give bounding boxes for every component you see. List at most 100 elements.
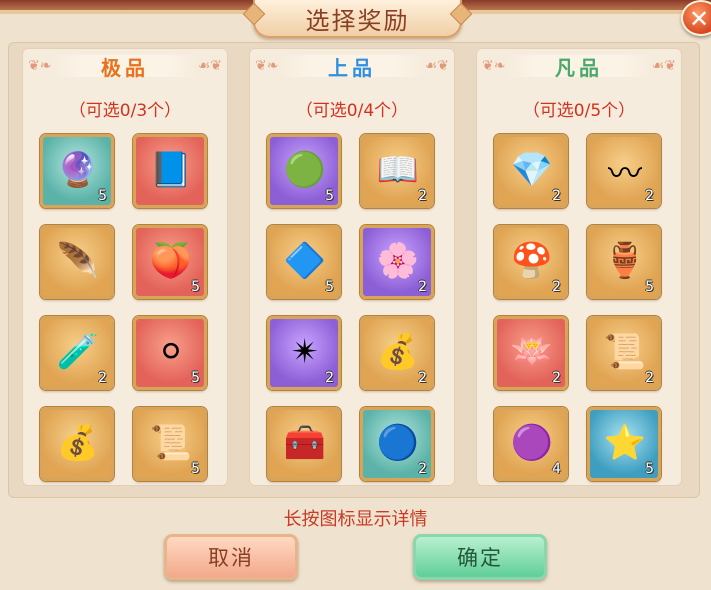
potion-bottle-icon-glyph: 🧪 (56, 332, 100, 372)
reward-item-slot[interactable]: 🟢 5 (267, 134, 341, 208)
fruit-icon: 🍑 (146, 236, 196, 286)
feather-charm-icon-glyph: 🪶 (56, 241, 100, 281)
treasure-pile-icon: 🏺 (600, 236, 650, 286)
crystal-shard-icon-glyph: 💎 (510, 150, 554, 190)
reward-item-slot[interactable]: 〰 2 (587, 134, 661, 208)
reward-item-slot[interactable]: 🏺 5 (587, 225, 661, 299)
item-quantity: 4 (552, 461, 561, 477)
blue-gem-icon-glyph: 🔷 (283, 241, 327, 281)
reward-column-2: ❦❧ ☙❦ 上品 （可选0/4个） 🟢 5 📖 2 🔷 5 🌸 2 ✴ 2 💰 2 🧰 🔵 2 (249, 48, 455, 486)
cloud-ornament-icon: ☙❦ (651, 58, 676, 74)
item-quantity: 2 (552, 279, 561, 295)
reward-item-slot[interactable]: 🧪 2 (40, 316, 114, 390)
crystal-star-icon-glyph: ✴ (290, 332, 320, 372)
close-button[interactable]: ✕ (681, 0, 711, 36)
dialog-title: 选择奖励 (305, 6, 410, 35)
chest-icon: 🧰 (280, 418, 330, 468)
white-flower-icon: 🌸 (373, 236, 423, 286)
reward-item-slot[interactable]: ⚪ 5 (133, 316, 207, 390)
scroll-icon: 📜 (146, 418, 196, 468)
reward-item-slot[interactable]: 💰 (40, 407, 114, 481)
book-icon-glyph: 📘 (149, 150, 193, 190)
pearl-ring-icon: ⚪ (146, 327, 196, 377)
item-quantity: 5 (645, 461, 654, 477)
treasure-bag-icon: 💰 (373, 327, 423, 377)
treasure-bag-icon-glyph: 💰 (376, 332, 420, 372)
item-quantity: 5 (191, 370, 200, 386)
item-quantity: 2 (552, 188, 561, 204)
mushroom-icon: 🍄 (507, 236, 557, 286)
item-quantity: 5 (98, 188, 107, 204)
reward-column-3: ❦❧ ☙❦ 凡品 （可选0/5个） 💎 2 〰 2 🍄 2 🏺 5 🪷 2 📜 2 🟣 4 ⭐ 5 (476, 48, 682, 486)
reward-item-slot[interactable]: 📘 (133, 134, 207, 208)
reward-item-slot[interactable]: 🪷 2 (494, 316, 568, 390)
reward-item-slot[interactable]: 🪶 (40, 225, 114, 299)
water-orb-icon-glyph: 🔵 (376, 423, 420, 463)
item-quantity: 5 (191, 279, 200, 295)
reward-item-slot[interactable]: 🔮 5 (40, 134, 114, 208)
scroll-icon-glyph: 📜 (149, 423, 193, 463)
golden-wind-icon-glyph: 〰 (608, 153, 642, 194)
star-icon-glyph: ⭐ (603, 423, 647, 463)
cloud-ornament-icon: ❦❧ (255, 58, 279, 74)
cloud-ornament-icon: ❦❧ (482, 58, 506, 74)
reward-item-slot[interactable]: 🔷 5 (267, 225, 341, 299)
book-icon: 📘 (146, 145, 196, 195)
blue-gem-icon: 🔷 (280, 236, 330, 286)
purple-orb-icon: 🟣 (507, 418, 557, 468)
title-plaque: 选择奖励 (253, 0, 462, 38)
item-quantity: 2 (418, 370, 427, 386)
reward-item-slot[interactable]: 🧰 (267, 407, 341, 481)
column-header: ❦❧ ☙❦ 极品 (22, 52, 228, 80)
water-orb-icon: 🔵 (373, 418, 423, 468)
open-book-icon-glyph: 📖 (376, 150, 420, 190)
ornate-orb-icon-glyph: 🔮 (56, 150, 100, 190)
selection-count: （可选0/4个） (295, 101, 409, 121)
reward-item-slot[interactable]: 📜 5 (133, 407, 207, 481)
green-orb-icon-glyph: 🟢 (283, 150, 327, 190)
fruit-icon-glyph: 🍑 (149, 241, 193, 281)
treasure-pile-icon-glyph: 🏺 (603, 241, 647, 281)
reward-item-slot[interactable]: 📜 2 (587, 316, 661, 390)
reward-item-slot[interactable]: 🍄 2 (494, 225, 568, 299)
reward-item-slot[interactable]: 🟣 4 (494, 407, 568, 481)
mushroom-icon-glyph: 🍄 (510, 241, 554, 281)
white-flower-icon-glyph: 🌸 (376, 241, 420, 281)
item-quantity: 5 (645, 279, 654, 295)
scroll-icon: 📜 (600, 327, 650, 377)
item-quantity: 5 (191, 461, 200, 477)
item-quantity: 5 (325, 279, 334, 295)
reward-item-slot[interactable]: 💰 2 (360, 316, 434, 390)
selection-count: （可选0/5个） (522, 101, 636, 121)
lotus-orb-icon: 🪷 (507, 327, 557, 377)
open-book-icon: 📖 (373, 145, 423, 195)
cancel-button[interactable]: 取消 (164, 534, 298, 580)
column-title: 上品 (328, 55, 376, 80)
item-quantity: 2 (645, 188, 654, 204)
reward-item-slot[interactable]: 📖 2 (360, 134, 434, 208)
hint-text: 长按图标显示详情 (283, 509, 428, 530)
scroll-icon-glyph: 📜 (603, 332, 647, 372)
reward-item-slot[interactable]: 🍑 5 (133, 225, 207, 299)
crystal-star-icon: ✴ (280, 327, 330, 377)
item-quantity: 2 (645, 370, 654, 386)
item-quantity: 2 (98, 370, 107, 386)
item-quantity: 2 (325, 370, 334, 386)
reward-item-slot[interactable]: 🌸 2 (360, 225, 434, 299)
cloud-ornament-icon: ❦❧ (28, 58, 52, 74)
confirm-button[interactable]: 确定 (413, 534, 547, 580)
star-icon: ⭐ (600, 418, 650, 468)
reward-item-slot[interactable]: ⭐ 5 (587, 407, 661, 481)
crystal-shard-icon: 💎 (507, 145, 557, 195)
selection-count: （可选0/3个） (68, 101, 182, 121)
ornate-orb-icon: 🔮 (53, 145, 103, 195)
column-title: 凡品 (555, 55, 603, 80)
lotus-orb-icon-glyph: 🪷 (510, 332, 554, 372)
reward-item-slot[interactable]: ✴ 2 (267, 316, 341, 390)
reward-item-slot[interactable]: 🔵 2 (360, 407, 434, 481)
reward-item-slot[interactable]: 💎 2 (494, 134, 568, 208)
potion-bottle-icon: 🧪 (53, 327, 103, 377)
column-header: ❦❧ ☙❦ 凡品 (476, 52, 682, 80)
golden-wind-icon: 〰 (600, 145, 650, 195)
reward-column-1: ❦❧ ☙❦ 极品 （可选0/3个） 🔮 5 📘 🪶 🍑 5 🧪 2 ⚪ 5 💰 📜 5 (22, 48, 228, 486)
